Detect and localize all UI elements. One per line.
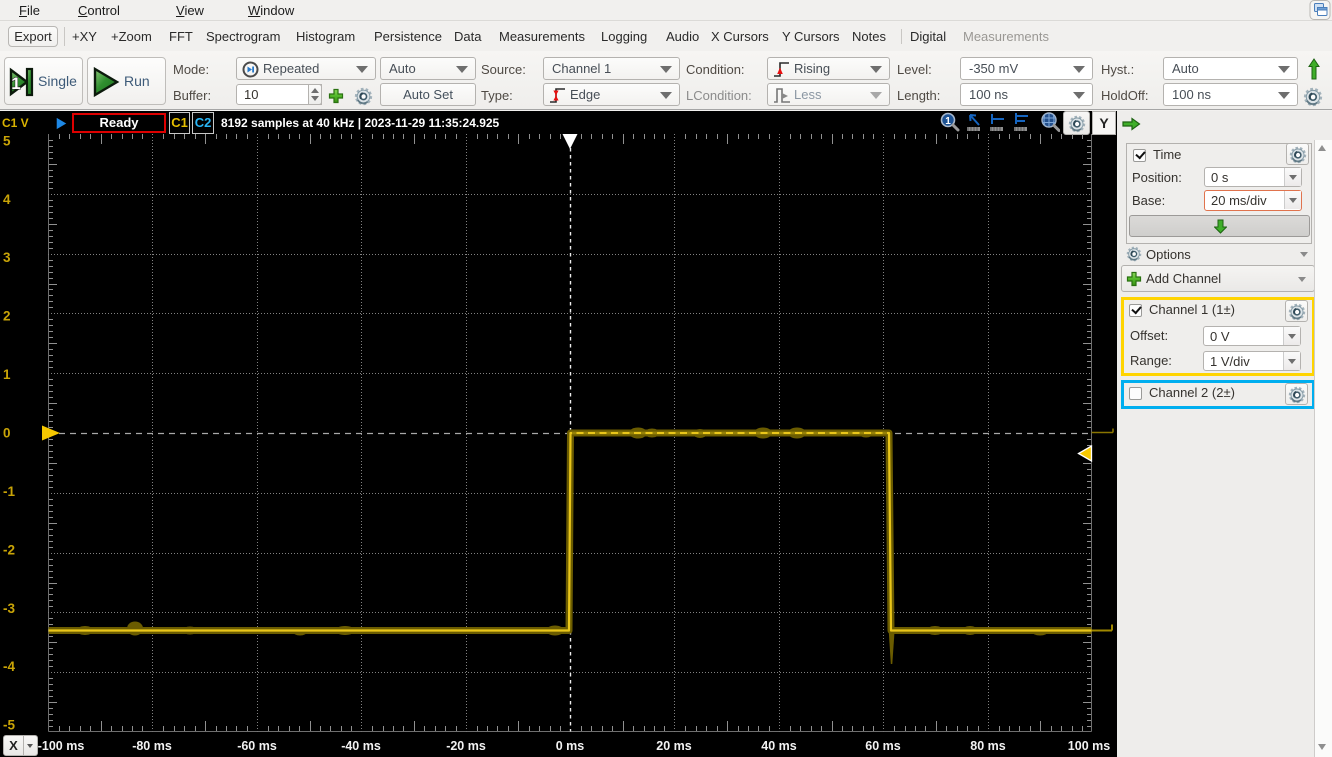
svg-text:100 ms: 100 ms [1068, 739, 1110, 753]
svg-text:-4: -4 [3, 659, 15, 674]
svg-text:-5: -5 [3, 718, 15, 733]
svg-text:-100 ms: -100 ms [38, 739, 85, 753]
svg-text:1: 1 [11, 74, 20, 93]
svg-text:-40 ms: -40 ms [341, 739, 381, 753]
svg-text:0: 0 [3, 426, 11, 441]
svg-text:80 ms: 80 ms [970, 739, 1005, 753]
svg-text:60 ms: 60 ms [865, 739, 900, 753]
svg-text:-2: -2 [3, 542, 15, 557]
svg-text:0 ms: 0 ms [556, 739, 585, 753]
svg-text:2: 2 [3, 309, 11, 324]
svg-text:1: 1 [945, 116, 951, 127]
svg-text:-80 ms: -80 ms [132, 739, 172, 753]
svg-text:-1: -1 [3, 484, 15, 499]
svg-text:20 ms: 20 ms [656, 739, 691, 753]
svg-text:40 ms: 40 ms [761, 739, 796, 753]
svg-text:-3: -3 [3, 601, 15, 616]
svg-text:1: 1 [3, 367, 11, 382]
svg-text:5: 5 [3, 134, 11, 148]
svg-text:4: 4 [3, 192, 11, 207]
svg-text:-20 ms: -20 ms [446, 739, 486, 753]
svg-text:3: 3 [3, 250, 11, 265]
svg-text:-60 ms: -60 ms [237, 739, 277, 753]
